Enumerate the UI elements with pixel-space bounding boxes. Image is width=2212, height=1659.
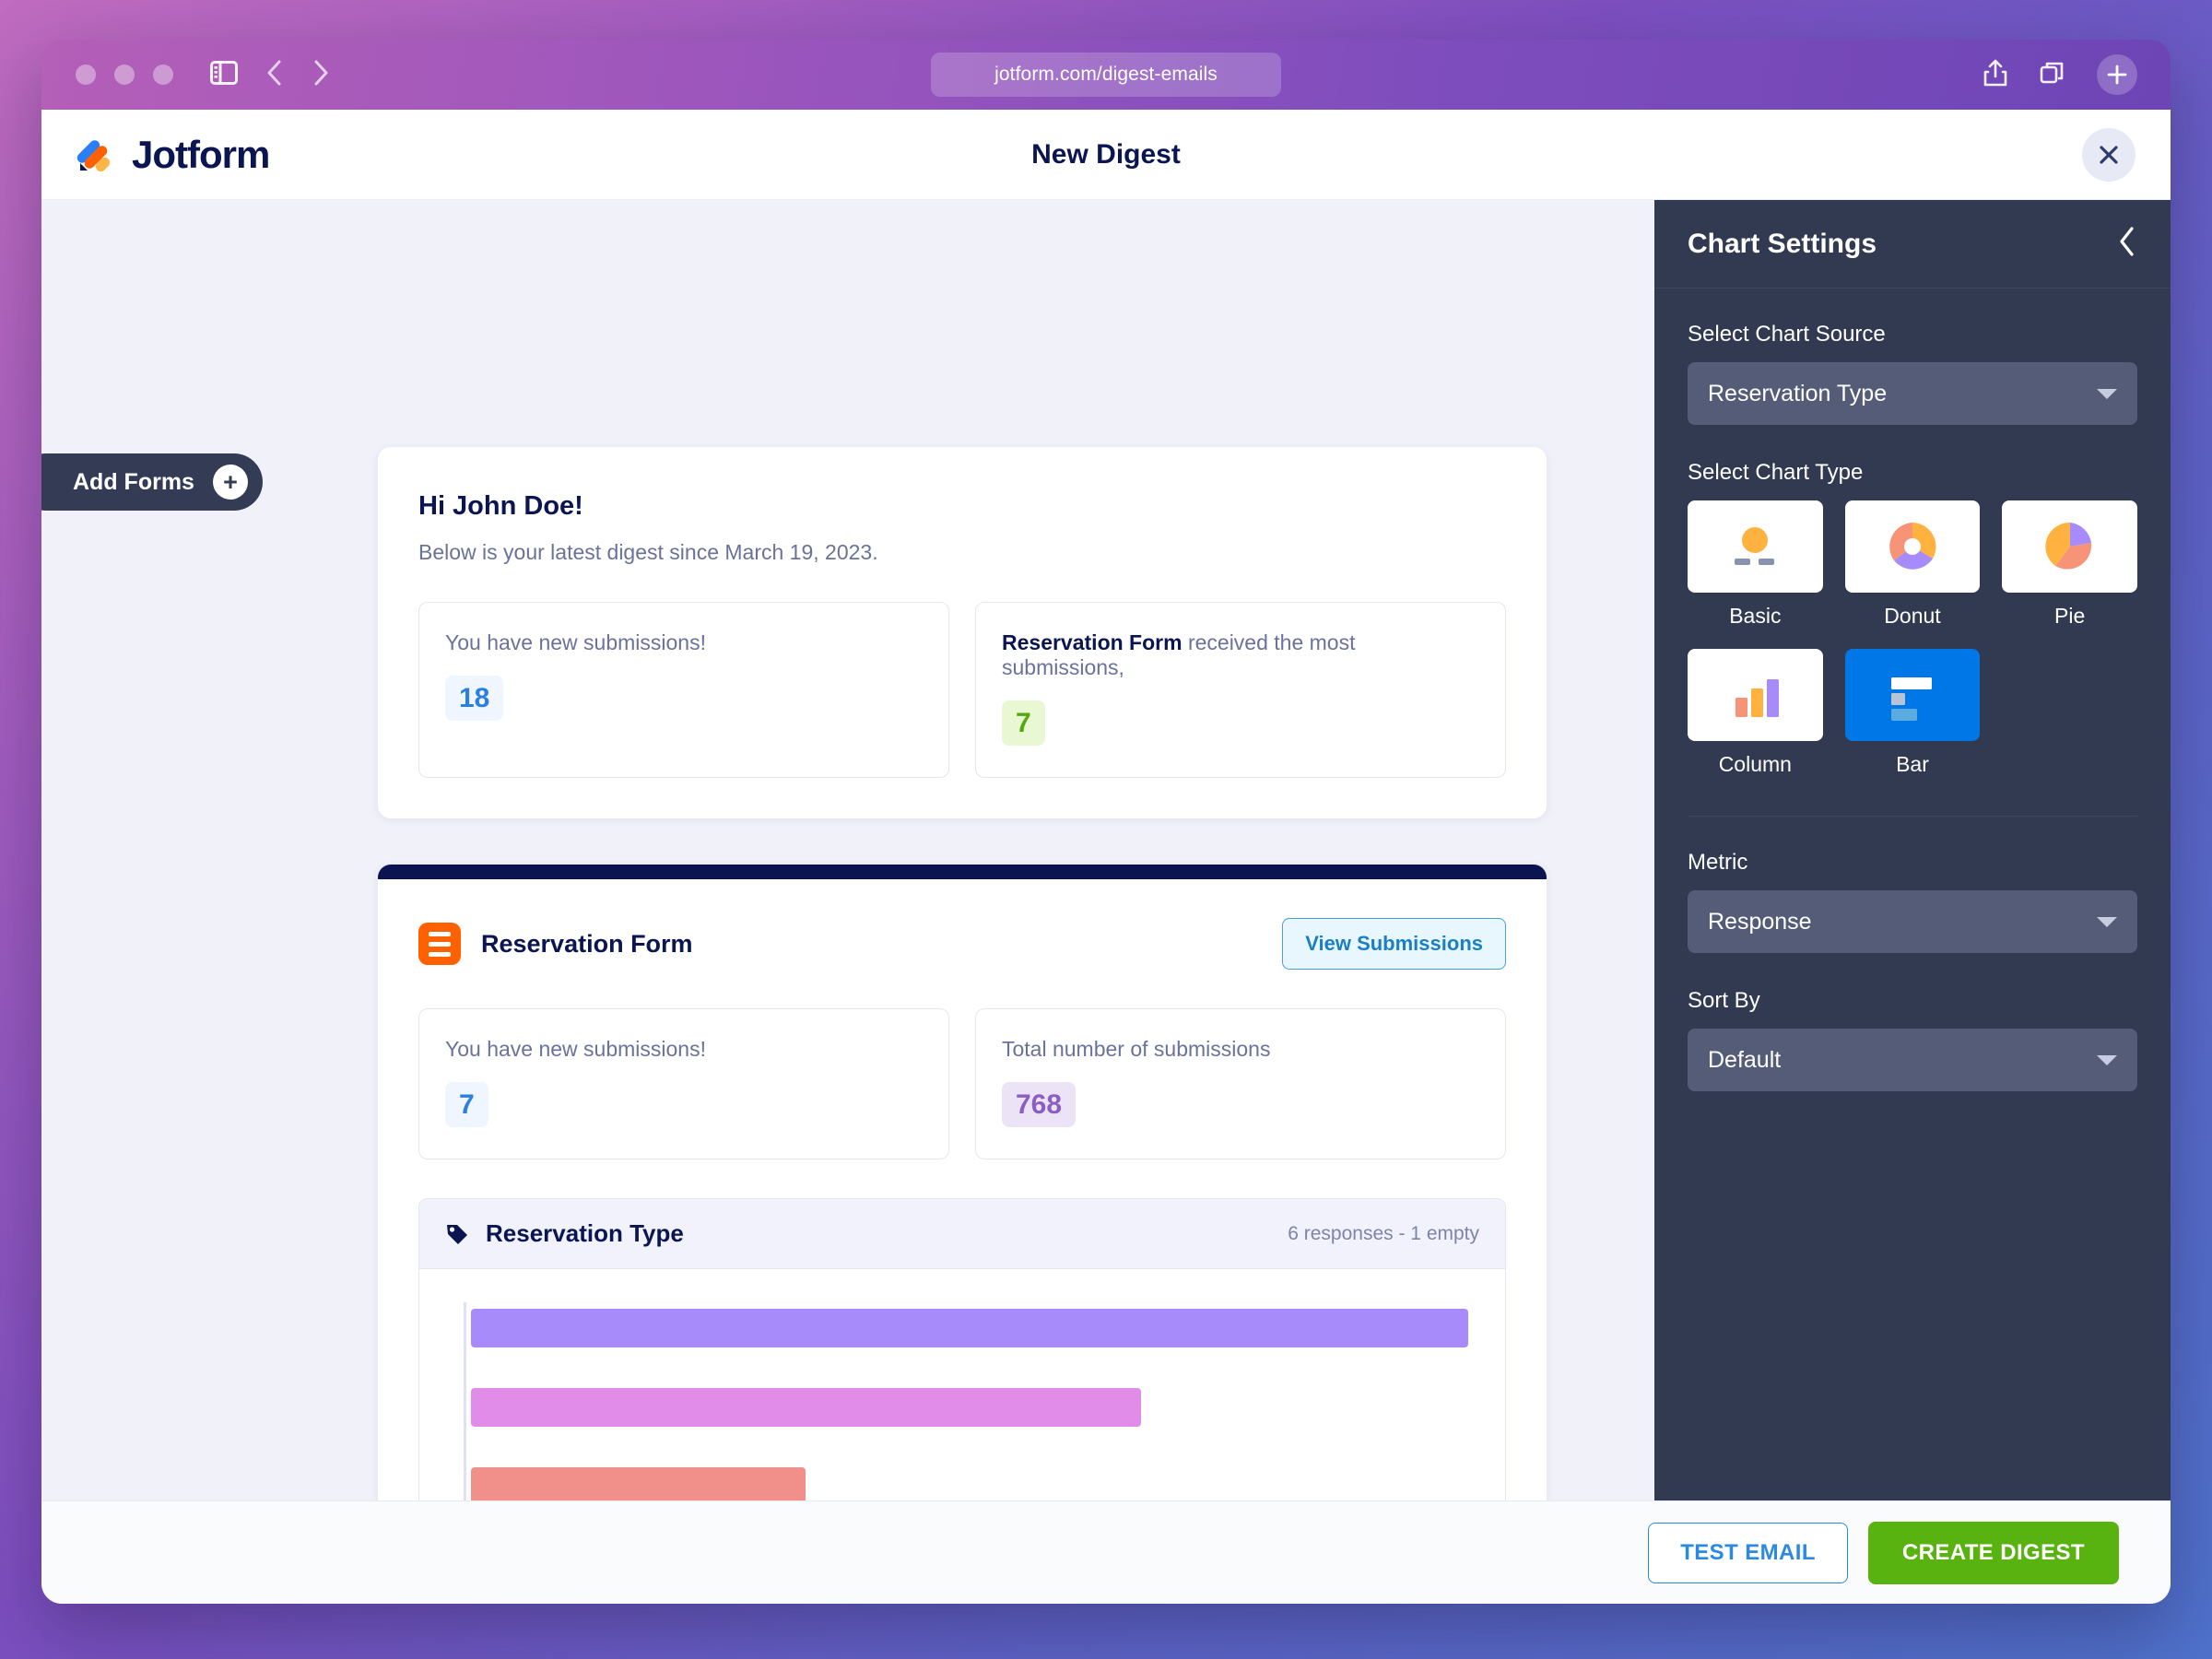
chart-bar-row — [464, 1461, 1468, 1500]
url-text: jotform.com/digest-emails — [994, 64, 1218, 85]
close-window-dot[interactable] — [76, 65, 96, 85]
chart-type-column[interactable]: Column — [1688, 649, 1823, 777]
digest-subtitle: Below is your latest digest since March … — [418, 540, 878, 564]
browser-window: jotform.com/digest-emails Jotform New Di… — [41, 40, 2171, 1604]
chevron-down-icon — [2097, 1054, 2117, 1065]
stat-label: You have new submissions! — [445, 630, 706, 654]
share-icon[interactable] — [1983, 58, 2008, 92]
stat-label: Total number of submissions — [1002, 1037, 1271, 1061]
chevron-down-icon — [2097, 916, 2117, 927]
stat-value: 7 — [1002, 700, 1045, 746]
metric-select[interactable]: Response — [1688, 890, 2137, 953]
stat-label: You have new submissions! — [445, 1037, 706, 1061]
chart-settings-panel: Chart Settings Select Chart Source Reser… — [1654, 200, 2171, 1500]
chart-bar-row — [464, 1382, 1468, 1433]
panel-title: Chart Settings — [1688, 228, 1877, 259]
tab-overview-icon[interactable] — [2040, 60, 2065, 90]
metric-label: Metric — [1688, 850, 1748, 875]
stat-value: 768 — [1002, 1082, 1077, 1127]
digest-stat-new-submissions: You have new submissions! 18 — [418, 602, 949, 778]
chart-bar — [471, 1388, 1141, 1427]
pie-chart-icon — [2002, 500, 2137, 593]
sort-by-value: Default — [1708, 1046, 1782, 1073]
close-digest-button[interactable] — [2082, 127, 2136, 182]
digest-sheet: Hi John Doe! Below is your latest digest… — [378, 447, 1547, 1500]
chart-type-label: Donut — [1884, 604, 1941, 628]
column-chart-icon — [1688, 649, 1823, 741]
test-email-button[interactable]: TEST EMAIL — [1648, 1522, 1848, 1583]
greeting-text: Hi John Doe! — [418, 491, 583, 521]
add-forms-button[interactable]: Add Forms + — [41, 453, 263, 511]
form-stat-total-submissions: Total number of submissions 768 — [975, 1008, 1506, 1159]
chart-type-label: Column — [1718, 752, 1792, 776]
chart-type-pie[interactable]: Pie — [2002, 500, 2137, 629]
stat-label: Reservation Form received the most submi… — [1002, 630, 1479, 680]
new-tab-button[interactable] — [2097, 54, 2137, 95]
chart-type-donut[interactable]: Donut — [1844, 500, 1981, 629]
form-name: Reservation Form — [481, 929, 693, 958]
panel-header: Chart Settings — [1654, 200, 2171, 288]
basic-chart-icon — [1688, 500, 1823, 593]
app-root: Jotform New Digest Add Forms + Hi John D… — [41, 110, 2171, 1604]
address-bar[interactable]: jotform.com/digest-emails — [931, 53, 1281, 97]
chart-title: Reservation Type — [486, 1219, 684, 1247]
jotform-logo[interactable]: Jotform — [71, 132, 270, 178]
form-stat-new-submissions: You have new submissions! 7 — [418, 1008, 949, 1159]
minimize-window-dot[interactable] — [114, 65, 135, 85]
app-header: Jotform New Digest — [41, 110, 2171, 200]
form-card: Reservation Form View Submissions You ha… — [378, 865, 1547, 1500]
digest-canvas: Add Forms + Hi John Doe! Below is your l… — [41, 200, 1654, 1500]
chart-plot: 0123 — [419, 1269, 1505, 1500]
chart-type-grid: Basic Donut Pie Column Bar — [1688, 500, 2137, 777]
digest-stat-top-form: Reservation Form received the most submi… — [975, 602, 1506, 778]
page-title: New Digest — [1031, 138, 1181, 170]
select-chart-type-label: Select Chart Type — [1688, 460, 1864, 485]
sidebar-toggle-icon[interactable] — [210, 60, 238, 89]
chart-bar — [471, 1309, 1468, 1347]
chart-source-select[interactable]: Reservation Type — [1688, 362, 2137, 425]
tag-icon — [447, 1224, 467, 1244]
chart-type-bar[interactable]: Bar — [1844, 649, 1981, 777]
back-arrow-icon[interactable] — [265, 59, 284, 91]
stat-value: 7 — [445, 1082, 488, 1127]
chart-container: Reservation Type 6 responses - 1 empty 0… — [418, 1198, 1506, 1500]
create-digest-button[interactable]: CREATE DIGEST — [1867, 1521, 2119, 1584]
chart-header: Reservation Type 6 responses - 1 empty — [419, 1199, 1505, 1269]
window-traffic-lights[interactable] — [76, 65, 173, 85]
view-submissions-button[interactable]: View Submissions — [1282, 918, 1506, 970]
sort-by-select[interactable]: Default — [1688, 1029, 2137, 1091]
plus-icon: + — [212, 465, 248, 500]
add-forms-label: Add Forms — [73, 468, 194, 495]
browser-chrome: jotform.com/digest-emails — [41, 40, 2171, 110]
chart-type-label: Pie — [2054, 604, 2086, 628]
forward-arrow-icon[interactable] — [312, 59, 330, 91]
chart-source-value: Reservation Type — [1708, 380, 1888, 406]
select-chart-source-label: Select Chart Source — [1688, 322, 1886, 347]
action-footer: TEST EMAIL CREATE DIGEST — [41, 1500, 2171, 1604]
form-icon — [418, 923, 461, 965]
form-card-accent-bar — [378, 865, 1547, 879]
chart-bar — [471, 1467, 806, 1500]
metric-value: Response — [1708, 908, 1812, 935]
chevron-left-icon[interactable] — [2117, 226, 2137, 262]
bar-chart-icon — [1844, 649, 1981, 741]
chart-response-meta: 6 responses - 1 empty — [1288, 1222, 1479, 1244]
close-icon — [2100, 145, 2118, 164]
stat-value: 18 — [445, 676, 504, 721]
donut-chart-icon — [1844, 500, 1981, 593]
chart-bar-row — [464, 1302, 1468, 1354]
chart-type-label: Basic — [1729, 604, 1782, 628]
jotform-wordmark: Jotform — [132, 132, 270, 176]
sort-by-label: Sort By — [1688, 988, 1760, 1013]
jotform-mark-icon — [76, 139, 111, 171]
chevron-down-icon — [2097, 388, 2117, 399]
chart-type-label: Bar — [1896, 752, 1929, 776]
digest-summary-card: Hi John Doe! Below is your latest digest… — [378, 447, 1547, 818]
maximize-window-dot[interactable] — [153, 65, 173, 85]
chart-type-basic[interactable]: Basic — [1688, 500, 1823, 629]
stat-label-bold: Reservation Form — [1002, 630, 1182, 654]
chart-bars — [464, 1302, 1468, 1500]
